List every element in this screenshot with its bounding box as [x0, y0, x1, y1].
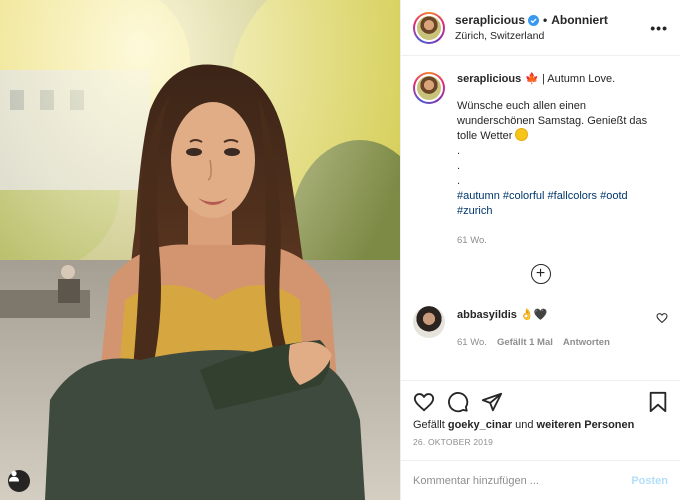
comments-section: seraplicious 🍁 | Autumn Love. Wünsche euc…	[401, 56, 680, 380]
photo-illustration	[0, 0, 400, 500]
caption-dot-1: .	[457, 145, 461, 157]
hashtag-link[interactable]: #colorful	[503, 190, 545, 202]
author-avatar[interactable]	[413, 11, 445, 44]
caption-avatar[interactable]	[413, 72, 445, 104]
comment-bubble-icon[interactable]	[447, 391, 469, 413]
comment-timestamp[interactable]: 61 Wo.	[457, 337, 487, 348]
post-photo[interactable]	[0, 0, 400, 500]
like-heart-icon[interactable]	[413, 391, 435, 413]
post-actions: Gefällt goeky_cinar und weiteren Persone…	[401, 380, 680, 460]
load-more-comments-button[interactable]: +	[530, 264, 551, 284]
likes-summary: Gefällt goeky_cinar und weiteren Persone…	[413, 419, 668, 431]
post-caption: seraplicious 🍁 | Autumn Love. Wünsche euc…	[413, 72, 668, 248]
likes-connector: und	[515, 419, 534, 431]
other-likers-link[interactable]: weiteren Personen	[537, 419, 635, 431]
separator-dot: •	[543, 13, 548, 27]
sun-emoji-icon	[515, 129, 527, 140]
hashtag-link[interactable]: #fallcolors	[548, 190, 598, 202]
add-comment-bar: Posten	[401, 460, 680, 500]
post-comment-button[interactable]: Posten	[631, 475, 668, 487]
caption-username[interactable]: seraplicious	[457, 73, 521, 85]
instagram-post: seraplicious • Abonniert Zürich, Switzer…	[0, 0, 680, 500]
post-location[interactable]: Zürich, Switzerland	[455, 30, 644, 42]
hashtag-link[interactable]: #ootd	[600, 190, 628, 202]
post-header: seraplicious • Abonniert Zürich, Switzer…	[401, 0, 680, 56]
post-date[interactable]: 26. OKTOBER 2019	[413, 437, 668, 447]
user-tag-button[interactable]	[8, 470, 30, 492]
plus-icon: +	[535, 265, 546, 282]
more-options-icon[interactable]: •••	[650, 20, 668, 36]
commenter-avatar[interactable]	[413, 306, 445, 338]
reply-button[interactable]: Antworten	[563, 337, 610, 348]
commenter-username[interactable]: abbasyildis	[457, 309, 517, 321]
follow-status-button[interactable]: Abonniert	[551, 13, 608, 28]
comment-like-heart-icon[interactable]	[656, 312, 668, 324]
share-paper-plane-icon[interactable]	[481, 391, 503, 413]
hashtag-list: #autumn #colorful #fallcolors #ootd #zur…	[457, 189, 652, 219]
caption-dot-2: .	[457, 160, 461, 172]
person-icon	[9, 470, 19, 482]
hashtag-link[interactable]: #zurich	[457, 205, 492, 217]
likes-prefix: Gefällt	[413, 419, 445, 431]
caption-headline: | Autumn Love.	[541, 73, 616, 85]
hashtag-link[interactable]: #autumn	[457, 190, 500, 202]
maple-leaf-icon: 🍁	[525, 73, 539, 85]
comment-likes[interactable]: Gefällt 1 Mal	[497, 337, 553, 348]
comment-input[interactable]	[413, 474, 632, 487]
caption-timestamp[interactable]: 61 Wo.	[457, 233, 652, 248]
comment-text: 👌🖤	[519, 309, 548, 321]
verified-badge-icon	[528, 15, 540, 26]
liker-username[interactable]: goeky_cinar	[448, 419, 512, 431]
caption-text: Wünsche euch allen einen wunderschönen S…	[457, 100, 648, 142]
comment-item: abbasyildis 👌🖤 61 Wo. Gefällt 1 Mal Antw…	[413, 306, 668, 348]
save-bookmark-icon[interactable]	[648, 391, 668, 413]
post-side-panel: seraplicious • Abonniert Zürich, Switzer…	[400, 0, 680, 500]
caption-dot-3: .	[457, 175, 461, 187]
author-username[interactable]: seraplicious	[455, 13, 525, 28]
